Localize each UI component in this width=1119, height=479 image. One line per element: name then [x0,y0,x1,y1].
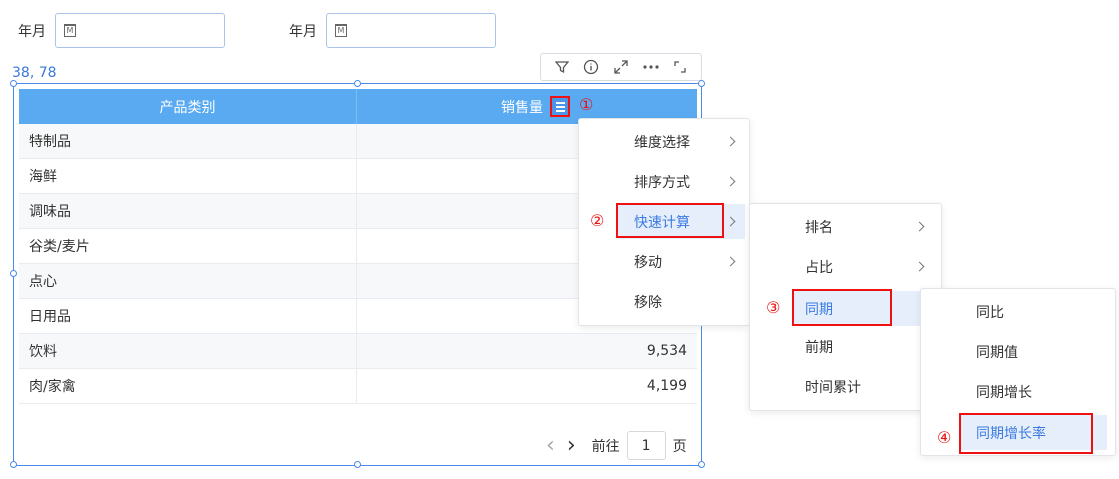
step-marker-2: ② [590,211,605,230]
menu-item-previous-period[interactable]: 前期 [750,329,941,364]
pagination: ‹ › 前往 1 页 [546,431,687,460]
menu-item-proportion[interactable]: 占比 [750,249,941,284]
step-marker-1: ① [579,95,594,114]
menu-item-label: 排序方式 [634,174,690,191]
resize-handle[interactable] [10,270,17,277]
resize-handle[interactable] [10,461,17,468]
table-row: 饮料 9,534 [19,334,697,369]
annotation-box [792,289,892,326]
chevron-right-icon [725,256,736,267]
calendar-icon: M [64,24,76,37]
menu-item-label: 前期 [805,339,833,356]
column-menu-button[interactable] [550,96,570,117]
chevron-right-icon [914,221,925,232]
resize-handle[interactable] [698,80,705,87]
step-marker-4: ④ [937,428,952,447]
resize-handle[interactable] [10,80,17,87]
sales-cell: 9,534 [646,343,687,359]
menu-item-dimension-select[interactable]: 维度选择 [579,124,749,159]
menu-item-label: 占比 [805,259,833,276]
category-cell: 日用品 [19,299,357,333]
category-cell: 调味品 [19,194,357,228]
menu-item-label: 同期值 [976,344,1018,361]
more-icon[interactable] [642,58,660,76]
category-cell: 特制品 [19,124,357,158]
expand-icon[interactable] [612,58,630,76]
filter-icon[interactable] [553,58,571,76]
page-unit-label: 页 [672,438,687,455]
menu-item-same-period-growth[interactable]: 同期增长 [921,374,1115,409]
menu-item-move[interactable]: 移动 [579,244,749,279]
category-cell: 海鲜 [19,159,357,193]
annotation-box [959,413,1093,454]
info-icon[interactable] [582,58,600,76]
chevron-right-icon [725,136,736,147]
category-cell: 肉/家禽 [19,369,357,403]
next-page-icon[interactable]: › [567,434,576,456]
calendar-icon: M [335,24,347,37]
collapse-icon[interactable] [671,58,689,76]
prev-page-icon[interactable]: ‹ [546,434,555,456]
step-marker-3: ③ [766,298,781,317]
chevron-right-icon [725,216,736,227]
column-context-menu: 维度选择 排序方式 快速计算 ② 移动 移除 [578,118,750,326]
category-cell: 点心 [19,264,357,298]
menu-item-label: 同比 [976,304,1004,321]
position-readout: 38, 78 [12,65,57,81]
sales-cell: 4,199 [646,378,687,394]
header-category[interactable]: 产品类别 [19,89,357,124]
header-sales-label: 销售量 [501,99,543,116]
menu-item-same-period-value[interactable]: 同期值 [921,334,1115,369]
resize-handle[interactable] [354,461,361,468]
menu-item-label: 同期增长 [976,384,1032,401]
page-input[interactable]: 1 [626,431,666,460]
menu-item-remove[interactable]: 移除 [579,284,749,319]
category-cell: 谷类/麦片 [19,229,357,263]
year-month-picker-2[interactable]: M [326,13,496,48]
menu-item-rank[interactable]: 排名 [750,209,941,244]
chevron-right-icon [725,176,736,187]
menu-item-label: 时间累计 [805,379,861,396]
year-month-picker-1[interactable]: M [55,13,225,48]
year-month-label-1: 年月 [18,24,46,40]
resize-handle[interactable] [354,80,361,87]
goto-label: 前往 [591,438,620,455]
component-toolbar [540,53,702,81]
menu-item-label: 维度选择 [634,134,690,151]
menu-item-label: 移动 [634,254,662,271]
menu-item-yoy[interactable]: 同比 [921,294,1115,329]
year-month-label-2: 年月 [289,24,317,40]
menu-item-cumulative[interactable]: 时间累计 [750,369,941,404]
annotation-box [616,203,724,238]
quick-calc-submenu: 排名 占比 同期 ③ 前期 时间累计 [749,203,942,411]
chevron-right-icon [914,261,925,272]
category-cell: 饮料 [19,334,357,368]
menu-item-label: 排名 [805,219,833,236]
resize-handle[interactable] [698,461,705,468]
table-row: 肉/家禽 4,199 [19,369,697,404]
same-period-submenu: 同比 同期值 同期增长 同期增长率 ④ [920,288,1116,456]
menu-item-sort[interactable]: 排序方式 [579,164,749,199]
menu-item-label: 移除 [634,294,662,311]
